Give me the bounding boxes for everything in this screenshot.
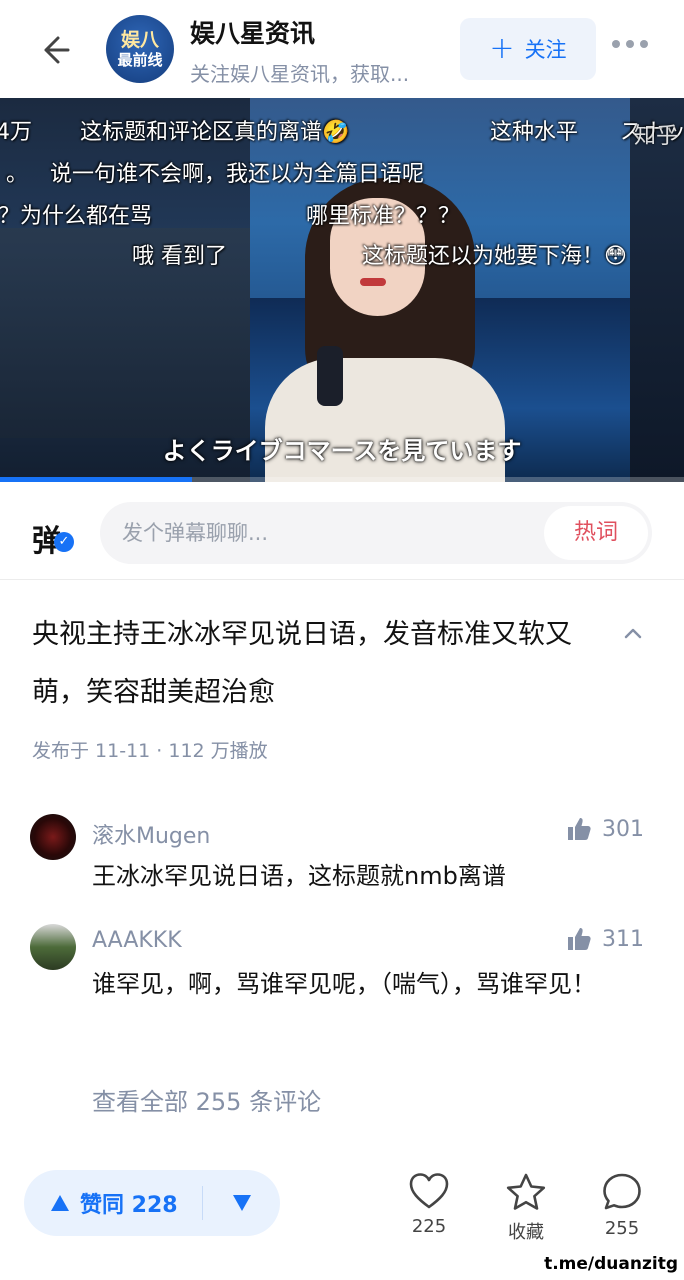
zhihu-watermark: 知乎 [633, 124, 678, 149]
comment-text: 王冰冰罕见说日语，这标题就nmb离谱 [92, 862, 506, 890]
follow-label: 关注 [524, 38, 567, 62]
avatar[interactable] [30, 924, 76, 970]
source-watermark: t.me/duanzitg [538, 1252, 684, 1276]
video-player[interactable]: 4万 这标题和评论区真的离谱🤣 这种水平 スナッ 。 说一句谁不会啊，我还以为全… [0, 98, 684, 482]
comment-text: 谁罕见，啊，骂谁罕见呢，（喘气），骂谁罕见！ [92, 970, 596, 998]
hot-words-button[interactable]: 热词 [544, 506, 648, 560]
account-subtitle: 关注娱八星资讯，获取... [190, 62, 410, 86]
danmaku-comment: 4万 [0, 120, 32, 145]
like-count: 225 [411, 1216, 447, 1237]
comment-like-button[interactable]: 311 [566, 926, 644, 952]
danmaku-comment: 哪里标准？？？ [306, 204, 461, 229]
comment-author[interactable]: AAAKKK [92, 928, 182, 953]
danmaku-comment: 。 [6, 162, 29, 187]
comment-like-count: 301 [602, 816, 644, 842]
comment-count: 255 [604, 1218, 640, 1239]
thumbs-up-icon [568, 818, 591, 840]
triangle-up-icon [51, 1195, 69, 1211]
chevron-up-icon[interactable] [622, 622, 644, 644]
view-all-comments-link[interactable]: 查看全部 255 条评论 [92, 1082, 321, 1117]
upvote-button[interactable]: 赞同 228 [24, 1170, 202, 1236]
danmaku-comment: 哦 看到了 [132, 244, 227, 269]
danmaku-comment: ？为什么都在骂 [0, 204, 153, 229]
follow-button[interactable]: + 关注 [460, 18, 596, 80]
heart-icon [409, 1173, 449, 1209]
danmaku-comment: 这标题和评论区真的离谱🤣 [80, 120, 350, 145]
account-avatar[interactable]: 娱八 最前线 [106, 15, 174, 83]
more-options-icon[interactable] [612, 40, 648, 48]
comment-bubble-icon [603, 1173, 641, 1210]
post-meta: 发布于 11-11 · 112 万播放 [32, 740, 268, 762]
danmaku-comment: 说一句谁不会啊，我还以为全篇日语呢 [50, 162, 425, 187]
top-header: 娱八 最前线 娱八星资讯 关注娱八星资讯，获取... + 关注 [0, 0, 684, 98]
favorite-button[interactable]: 收藏 [491, 1172, 561, 1244]
danmaku-comment: 这标题还以为她要下海！😳 [362, 244, 627, 269]
triangle-down-icon [232, 1195, 251, 1211]
star-icon [506, 1173, 546, 1210]
thumbs-up-icon [568, 928, 591, 950]
avatar[interactable] [30, 814, 76, 860]
danmaku-bar: 弹 ✓ 发个弹幕聊聊... 热词 [0, 482, 684, 580]
back-arrow-icon[interactable] [34, 30, 74, 70]
comment-like-button[interactable]: 301 [566, 816, 644, 842]
account-name[interactable]: 娱八星资讯 [190, 14, 315, 50]
danmaku-toggle-icon[interactable]: 弹 ✓ [32, 516, 74, 560]
avatar-text-line1: 娱八 [120, 28, 159, 51]
video-subtitle: よくライブコマースを見ています [162, 437, 522, 465]
comment-author[interactable]: 滚水Mugen [92, 818, 210, 850]
comment-button[interactable]: 255 [587, 1172, 657, 1239]
plus-icon: + [489, 31, 515, 66]
check-icon: ✓ [54, 532, 74, 552]
vote-control: 赞同 228 [24, 1170, 280, 1236]
like-button[interactable]: 225 [394, 1172, 464, 1237]
favorite-label: 收藏 [508, 1222, 544, 1243]
danmaku-comment: 这种水平 [490, 120, 579, 145]
comment-like-count: 311 [602, 926, 644, 952]
post-title: 央视主持王冰冰罕见说日语，发音标准又软又萌，笑容甜美超治愈 [32, 619, 572, 708]
downvote-button[interactable] [203, 1170, 280, 1236]
microphone-icon [317, 346, 343, 406]
avatar-text-line2: 最前线 [117, 50, 163, 69]
upvote-label: 赞同 228 [80, 1193, 178, 1218]
